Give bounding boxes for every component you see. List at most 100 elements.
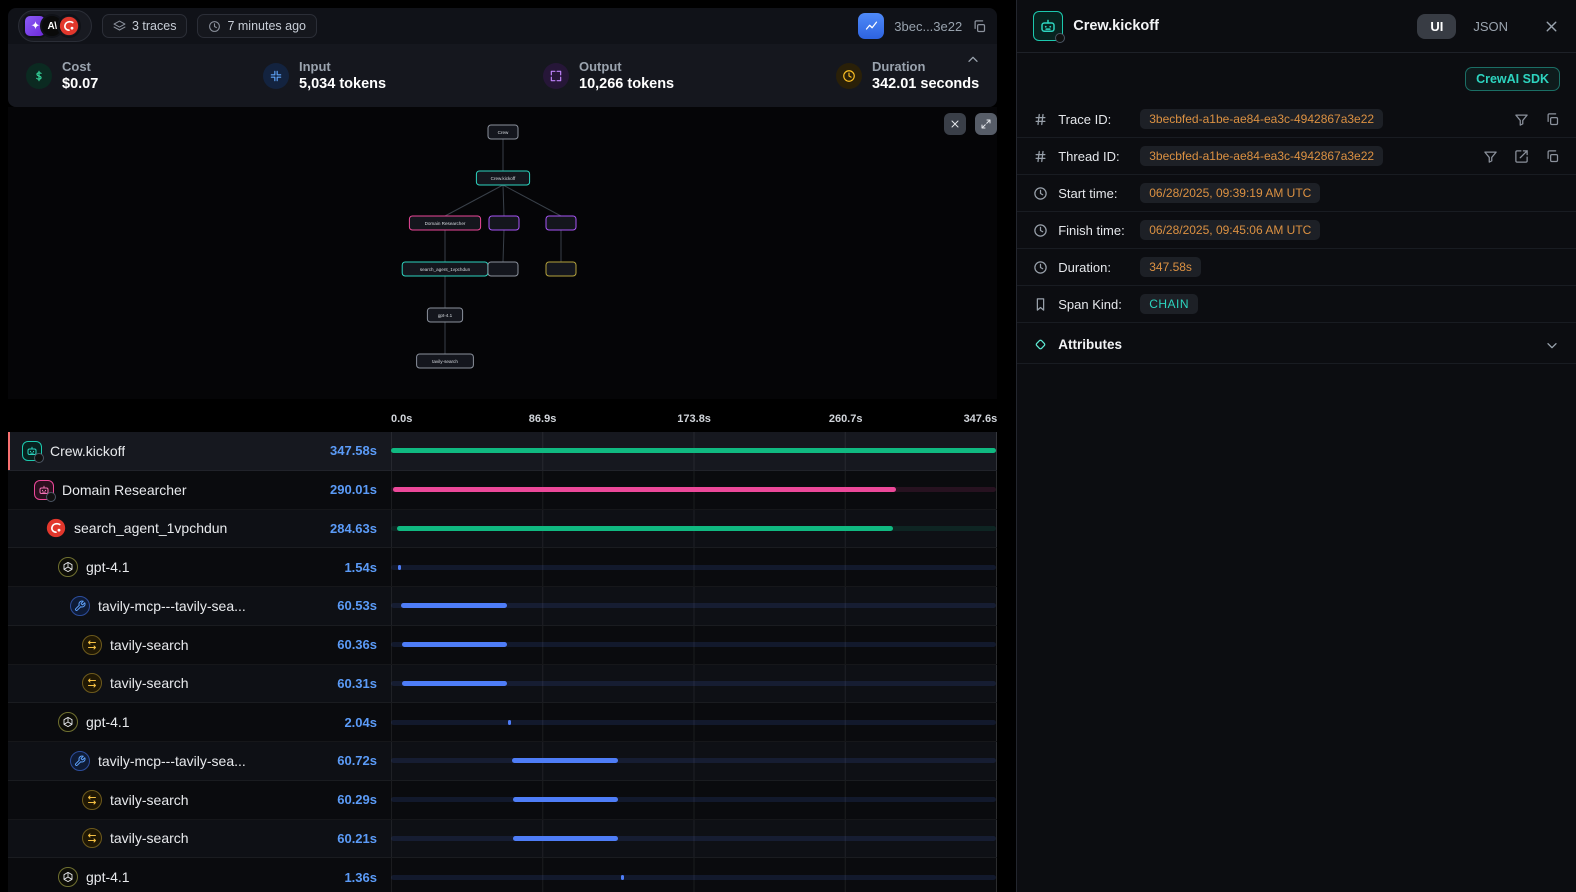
copy-icon[interactable] <box>972 19 987 34</box>
span-bar <box>391 448 996 453</box>
span-duration: 2.04s <box>344 715 377 730</box>
trace-graph[interactable]: CrewCrew.kickoffDomain Researchersearch_… <box>8 107 997 399</box>
app: A\ 3 traces 7 minutes ago 3bec...3e22 Co… <box>0 0 1576 892</box>
tavily-icon <box>82 635 102 655</box>
span-list: Crew.kickoff347.58sDomain Researcher290.… <box>8 432 997 892</box>
gantt-lane[interactable] <box>391 703 997 741</box>
graph-close-button[interactable] <box>944 113 966 135</box>
metrics-bar: Cost$0.07Input5,034 tokensOutput10,266 t… <box>8 44 997 107</box>
trace-row[interactable]: tavily-mcp---tavily-sea...60.72s <box>8 742 997 781</box>
external-icon[interactable] <box>1514 149 1529 164</box>
span-duration: 60.72s <box>337 753 377 768</box>
metric-value: $0.07 <box>62 76 98 92</box>
gantt-lane[interactable] <box>391 548 997 586</box>
gantt-lane[interactable] <box>391 665 997 703</box>
tavily-icon <box>82 828 102 848</box>
openai-icon <box>58 557 78 577</box>
svg-text:search_agent_1vpchdun: search_agent_1vpchdun <box>420 267 471 272</box>
field-label: Thread ID: <box>1058 149 1130 164</box>
span-duration: 60.53s <box>337 598 377 613</box>
attributes-section[interactable]: Attributes <box>1017 326 1576 364</box>
field-value[interactable]: 06/28/2025, 09:39:19 AM UTC <box>1140 183 1320 203</box>
field-value[interactable]: 3becbfed-a1be-ae84-ea3c-4942867a3e22 <box>1140 109 1383 129</box>
gantt-lane[interactable] <box>391 510 997 548</box>
sub-badge <box>34 453 44 463</box>
field-actions <box>1483 149 1560 164</box>
view-tabs: UI JSON <box>1417 14 1521 39</box>
time-tick: 347.6s <box>964 413 998 425</box>
chart-button[interactable] <box>858 13 884 39</box>
trace-row[interactable]: Crew.kickoff347.58s <box>8 432 997 471</box>
openai-icon <box>58 712 78 732</box>
span-bar <box>513 797 618 802</box>
trace-row[interactable]: search_agent_1vpchdun284.63s <box>8 510 997 549</box>
field-actions <box>1514 112 1560 127</box>
gantt-lane[interactable] <box>391 587 997 625</box>
gantt-lane[interactable] <box>391 742 997 780</box>
trace-row[interactable]: tavily-search60.21s <box>8 820 997 859</box>
dag-canvas: CrewCrew.kickoffDomain Researchersearch_… <box>8 107 996 399</box>
dollar-icon <box>26 63 52 89</box>
span-name: Crew.kickoff <box>50 443 125 459</box>
gantt-lane[interactable] <box>391 626 997 664</box>
crew-icon <box>1033 11 1063 41</box>
tab-json[interactable]: JSON <box>1460 14 1521 39</box>
trace-row[interactable]: gpt-4.11.54s <box>8 548 997 587</box>
trace-row[interactable]: tavily-search60.36s <box>8 626 997 665</box>
graph-expand-button[interactable] <box>975 113 997 135</box>
traces-badge[interactable]: 3 traces <box>102 14 187 38</box>
span-duration: 284.63s <box>330 521 377 536</box>
field-value[interactable]: 347.58s <box>1140 257 1201 277</box>
trace-row[interactable]: tavily-search60.31s <box>8 665 997 704</box>
field-label: Trace ID: <box>1058 112 1130 127</box>
panel-header: Crew.kickoff UI JSON <box>1017 0 1576 53</box>
gantt-lane[interactable] <box>391 471 997 509</box>
logo-group: A\ <box>18 10 92 42</box>
metric-cost: Cost$0.07 <box>26 59 263 92</box>
field-value[interactable]: CHAIN <box>1140 294 1198 314</box>
clock-icon <box>208 20 221 33</box>
field-value[interactable]: 3becbfed-a1be-ae84-ea3c-4942867a3e22 <box>1140 146 1383 166</box>
clock-icon <box>1033 186 1048 201</box>
svg-text:Domain Researcher: Domain Researcher <box>425 221 466 226</box>
trace-row[interactable]: gpt-4.12.04s <box>8 703 997 742</box>
funnel-icon[interactable] <box>1483 149 1498 164</box>
tab-ui[interactable]: UI <box>1417 14 1456 39</box>
field-duration: Duration:347.58s <box>1017 249 1576 286</box>
clock-icon <box>1033 260 1048 275</box>
copy-icon[interactable] <box>1545 149 1560 164</box>
span-bar <box>397 526 893 531</box>
trace-row[interactable]: gpt-4.11.36s <box>8 858 997 892</box>
span-bar <box>512 758 618 763</box>
trace-row[interactable]: tavily-mcp---tavily-sea...60.53s <box>8 587 997 626</box>
gantt-lane[interactable] <box>391 858 997 892</box>
gantt-lane[interactable] <box>391 432 997 470</box>
span-duration: 60.29s <box>337 792 377 807</box>
funnel-icon[interactable] <box>1514 112 1529 127</box>
close-panel-button[interactable] <box>1543 18 1560 35</box>
graph-controls <box>944 113 997 135</box>
metric-duration: Duration 342.01 seconds <box>836 59 979 92</box>
tavily-icon <box>82 790 102 810</box>
gantt-lane[interactable] <box>391 820 997 858</box>
span-bar <box>398 565 401 570</box>
copy-icon[interactable] <box>1545 112 1560 127</box>
metric-value: 342.01 seconds <box>872 76 979 92</box>
collapse-metrics-button[interactable] <box>965 52 981 68</box>
metric-label: Duration <box>872 59 979 74</box>
metric-label: Output <box>579 59 674 74</box>
span-name: tavily-search <box>110 792 189 808</box>
time-tick: 86.9s <box>529 413 557 425</box>
gantt-lane[interactable] <box>391 781 997 819</box>
span-track <box>391 758 996 763</box>
field-value[interactable]: 06/28/2025, 09:45:06 AM UTC <box>1140 220 1320 240</box>
field-trace-id: Trace ID: 3becbfed-a1be-ae84-ea3c-4942867… <box>1017 101 1576 138</box>
trace-row[interactable]: tavily-search 60.29s <box>8 781 997 820</box>
svg-text:tavily-search: tavily-search <box>432 359 458 364</box>
span-name: gpt-4.1 <box>86 559 130 575</box>
span-name: tavily-search <box>110 675 189 691</box>
layers-icon <box>113 20 126 33</box>
chevron-down-icon[interactable] <box>1544 337 1560 353</box>
arrows-out-icon <box>543 63 569 89</box>
trace-row[interactable]: Domain Researcher290.01s <box>8 471 997 510</box>
